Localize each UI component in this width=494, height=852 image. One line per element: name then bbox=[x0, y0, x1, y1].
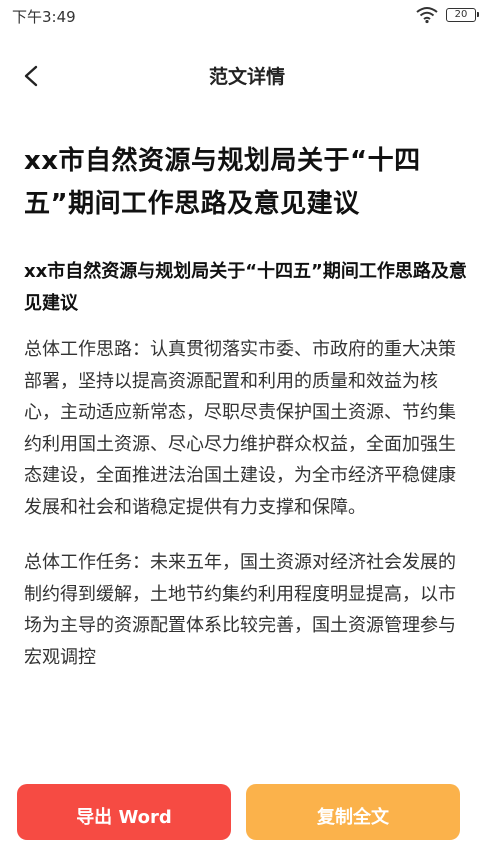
document-paragraph: 总体工作任务：未来五年，国土资源对经济社会发展的制约得到缓解，土地节约集约利用程… bbox=[24, 552, 456, 668]
copy-all-button[interactable]: 复制全文 bbox=[246, 784, 460, 840]
export-word-button[interactable]: 导出 Word bbox=[17, 784, 231, 840]
battery-icon: 20 bbox=[446, 8, 479, 22]
document-content[interactable]: xx市自然资源与规划局关于“十四五”期间工作思路及意见建议 xx市自然资源与规划… bbox=[24, 140, 470, 780]
page-title: 范文详情 bbox=[208, 66, 285, 88]
status-bar: 下午3:49 20 bbox=[0, 0, 494, 34]
wifi-icon bbox=[416, 6, 438, 24]
document-paragraph: 总体工作思路：认真贯彻落实市委、市政府的重大决策部署，坚持以提高资源配置和利用的… bbox=[24, 339, 456, 518]
document-subtitle: xx市自然资源与规划局关于“十四五”期间工作思路及意见建议 bbox=[24, 261, 467, 314]
nav-bar: 范文详情 bbox=[0, 50, 494, 102]
bottom-action-bar: 导出 Word 复制全文 bbox=[0, 782, 494, 840]
status-time: 下午3:49 bbox=[12, 8, 76, 26]
document-title: xx市自然资源与规划局关于“十四五”期间工作思路及意见建议 bbox=[24, 146, 421, 219]
